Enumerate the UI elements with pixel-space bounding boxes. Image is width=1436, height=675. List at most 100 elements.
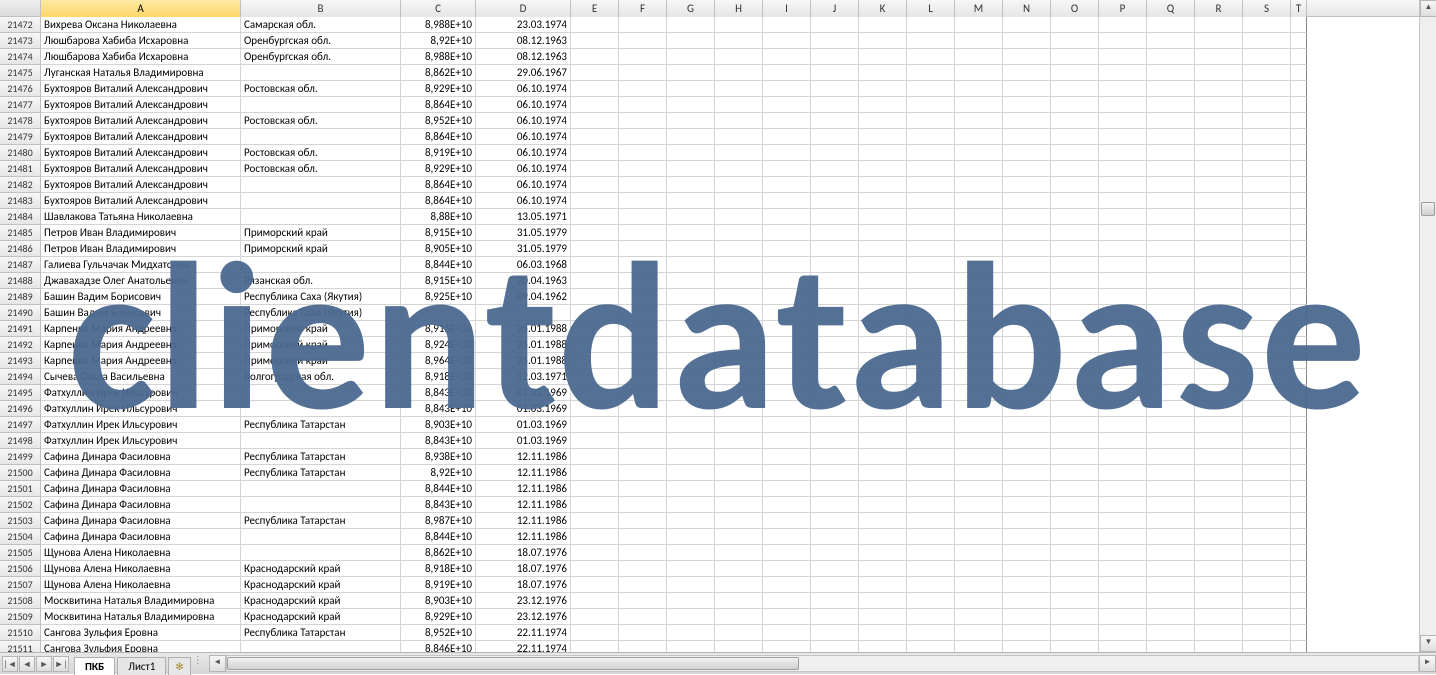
scroll-left-button[interactable]: ◄ <box>209 655 226 672</box>
cell[interactable] <box>763 609 811 625</box>
cell[interactable] <box>715 97 763 113</box>
cell[interactable] <box>1099 641 1147 652</box>
cell[interactable] <box>1051 225 1099 241</box>
cell[interactable] <box>1099 497 1147 513</box>
cell[interactable] <box>571 465 619 481</box>
cell[interactable] <box>715 369 763 385</box>
cell[interactable] <box>1003 337 1051 353</box>
cell[interactable] <box>811 609 859 625</box>
cell[interactable] <box>763 225 811 241</box>
cell[interactable] <box>667 497 715 513</box>
cell[interactable] <box>1195 273 1243 289</box>
row-header[interactable]: 21510 <box>0 625 41 641</box>
row-header[interactable]: 21505 <box>0 545 41 561</box>
row-header[interactable]: 21500 <box>0 465 41 481</box>
cell[interactable] <box>1195 497 1243 513</box>
cell[interactable] <box>1051 545 1099 561</box>
cell[interactable] <box>571 97 619 113</box>
cell[interactable] <box>241 385 401 401</box>
cell[interactable]: Бухтояров Виталий Александрович <box>41 193 241 209</box>
cell[interactable]: Самарская обл. <box>241 17 401 33</box>
cell[interactable]: Сафина Динара Фасиловна <box>41 449 241 465</box>
cell[interactable] <box>1147 33 1195 49</box>
cell[interactable]: Петров Иван Владимирович <box>41 241 241 257</box>
cell[interactable] <box>1099 257 1147 273</box>
cell[interactable] <box>667 561 715 577</box>
tab-last-button[interactable]: ►| <box>53 656 69 672</box>
cell[interactable] <box>1003 145 1051 161</box>
cell[interactable] <box>859 609 907 625</box>
cell[interactable] <box>1243 177 1291 193</box>
cell[interactable] <box>859 161 907 177</box>
cell[interactable] <box>907 353 955 369</box>
cell[interactable]: Люшбарова Хабиба Исхаровна <box>41 33 241 49</box>
cell[interactable] <box>1291 385 1307 401</box>
cell[interactable] <box>1099 225 1147 241</box>
row-header[interactable]: 21499 <box>0 449 41 465</box>
cell[interactable] <box>955 257 1003 273</box>
cell[interactable]: 12.11.1986 <box>476 449 571 465</box>
cell[interactable] <box>1051 449 1099 465</box>
cell[interactable]: 01.03.1969 <box>476 417 571 433</box>
cell[interactable]: 8,844E+10 <box>401 529 476 545</box>
cell[interactable]: 8,864E+10 <box>401 193 476 209</box>
cell[interactable]: Щунова Алена Николаевна <box>41 561 241 577</box>
cell[interactable]: Люшбарова Хабиба Исхаровна <box>41 49 241 65</box>
cell[interactable] <box>667 401 715 417</box>
cell[interactable] <box>241 65 401 81</box>
cell[interactable] <box>1099 81 1147 97</box>
cell[interactable]: 01.03.1969 <box>476 401 571 417</box>
cell[interactable] <box>955 369 1003 385</box>
cell[interactable] <box>907 113 955 129</box>
cell[interactable] <box>1195 65 1243 81</box>
cell[interactable] <box>811 321 859 337</box>
cell[interactable] <box>619 65 667 81</box>
cell[interactable] <box>1099 241 1147 257</box>
cell[interactable] <box>1195 577 1243 593</box>
cell[interactable] <box>955 577 1003 593</box>
cell[interactable] <box>667 177 715 193</box>
cell[interactable] <box>619 625 667 641</box>
cell[interactable] <box>1147 385 1195 401</box>
cell[interactable] <box>619 545 667 561</box>
cell[interactable]: Башин Вадим Борисович <box>41 289 241 305</box>
cell[interactable] <box>859 385 907 401</box>
cell[interactable]: Краснодарский край <box>241 561 401 577</box>
cell[interactable] <box>667 289 715 305</box>
cell[interactable] <box>1051 385 1099 401</box>
cell[interactable]: Сафина Динара Фасиловна <box>41 481 241 497</box>
cell[interactable]: Волгоградская обл. <box>241 369 401 385</box>
row-header[interactable]: 21503 <box>0 513 41 529</box>
cell[interactable] <box>811 593 859 609</box>
cell[interactable] <box>1051 273 1099 289</box>
cell[interactable] <box>1099 177 1147 193</box>
cell[interactable]: 01.03.1969 <box>476 433 571 449</box>
cell[interactable] <box>715 129 763 145</box>
cell[interactable] <box>907 321 955 337</box>
cell[interactable] <box>1195 49 1243 65</box>
cell[interactable] <box>715 561 763 577</box>
cell[interactable]: 06.03.1968 <box>476 257 571 273</box>
row-header[interactable]: 21496 <box>0 401 41 417</box>
cell[interactable] <box>1243 353 1291 369</box>
cell[interactable] <box>667 465 715 481</box>
cell[interactable] <box>1003 449 1051 465</box>
cell[interactable]: Щунова Алена Николаевна <box>41 545 241 561</box>
cell[interactable] <box>1195 177 1243 193</box>
cell[interactable] <box>763 161 811 177</box>
cell[interactable] <box>571 257 619 273</box>
cell[interactable]: 8,862E+10 <box>401 65 476 81</box>
cell[interactable]: 08.12.1963 <box>476 49 571 65</box>
row-header[interactable]: 21511 <box>0 641 41 652</box>
cell[interactable] <box>241 257 401 273</box>
cell[interactable] <box>1003 65 1051 81</box>
cell[interactable] <box>715 321 763 337</box>
cell[interactable] <box>1195 209 1243 225</box>
cell[interactable] <box>955 145 1003 161</box>
cell[interactable] <box>811 289 859 305</box>
cell[interactable] <box>811 625 859 641</box>
cell[interactable] <box>1051 321 1099 337</box>
cell[interactable] <box>715 545 763 561</box>
cell[interactable] <box>619 353 667 369</box>
cell[interactable]: 06.10.1974 <box>476 145 571 161</box>
